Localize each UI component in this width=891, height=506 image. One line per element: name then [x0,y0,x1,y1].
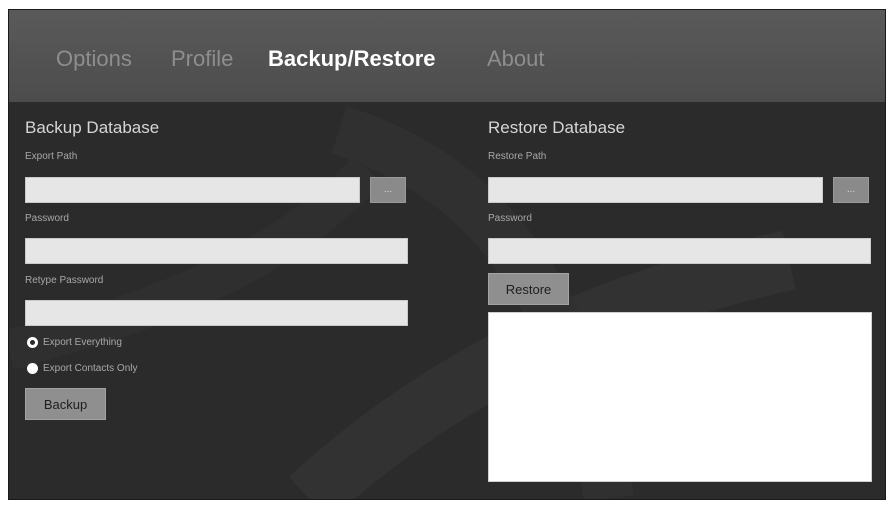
tab-options[interactable]: Options [56,46,132,72]
backup-section-title: Backup Database [25,118,160,137]
tab-bar: Options Profile Backup/Restore About [9,10,885,102]
tab-backup-restore[interactable]: Backup/Restore [268,46,436,72]
restore-browse-button[interactable]: ... [833,177,869,203]
radio-export-everything[interactable]: Export Everything [27,337,122,348]
tab-about[interactable]: About [487,46,545,72]
export-path-label: Export Path [25,151,78,162]
app-window: Options Profile Backup/Restore About Bac… [8,9,886,500]
radio-export-contacts-only[interactable]: Export Contacts Only [27,363,137,374]
restore-log-panel[interactable] [488,312,872,482]
export-path-input[interactable] [25,177,360,203]
restore-button[interactable]: Restore [488,273,569,305]
backup-button[interactable]: Backup [25,388,106,420]
radio-export-contacts-only-label: Export Contacts Only [43,363,138,374]
backup-password-input[interactable] [25,238,408,264]
retype-password-input[interactable] [25,300,408,326]
restore-path-input[interactable] [488,177,823,203]
radio-unchecked-icon[interactable] [27,363,38,374]
export-browse-button[interactable]: ... [370,177,406,203]
tab-profile[interactable]: Profile [171,46,233,72]
backup-password-label: Password [25,213,69,224]
radio-export-everything-label: Export Everything [43,337,122,348]
radio-checked-icon[interactable] [27,337,38,348]
restore-password-input[interactable] [488,238,871,264]
restore-section-title: Restore Database [488,118,626,137]
restore-path-label: Restore Path [488,151,547,162]
restore-password-label: Password [488,213,532,224]
retype-password-label: Retype Password [25,275,104,286]
